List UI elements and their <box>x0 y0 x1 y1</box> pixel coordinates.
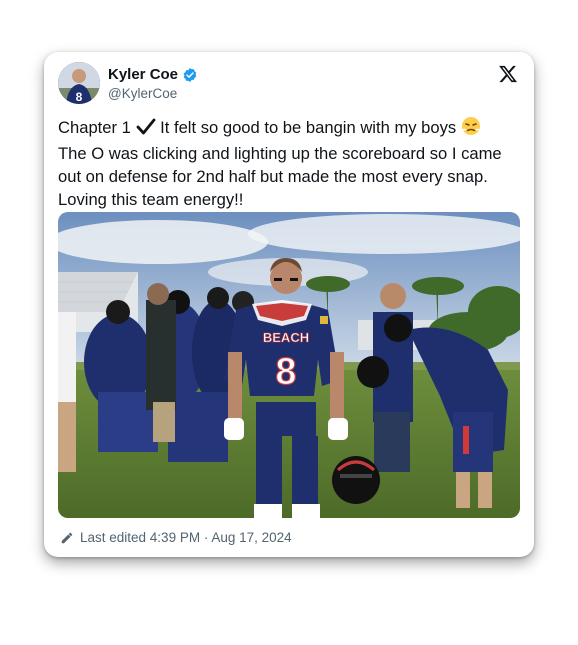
author-handle[interactable]: @KylerCoe <box>108 86 177 101</box>
x-logo-icon[interactable] <box>498 64 518 84</box>
jersey-number: 8 <box>275 351 296 393</box>
tweet-text: Chapter 1 It felt so good to be bangin w… <box>58 116 526 211</box>
checkmark-icon <box>136 118 156 142</box>
tweet-text-chapter: Chapter 1 <box>58 118 131 137</box>
avatar-jersey-number: 8 <box>76 90 83 104</box>
pencil-icon <box>60 531 74 545</box>
tweet-text-body: The O was clicking and lighting up the s… <box>58 144 502 209</box>
avatar[interactable]: 8 <box>58 62 100 104</box>
jersey-wordmark: BEACH <box>263 330 309 345</box>
tweet-card: 8 Kyler Coe @KylerCoe Chapter 1 It felt … <box>44 52 534 557</box>
last-edited-timestamp[interactable]: Last edited 4:39 PM · Aug 17, 2024 <box>80 530 292 545</box>
steaming-face-emoji-icon <box>461 116 481 142</box>
author-name[interactable]: Kyler Coe <box>108 66 178 83</box>
tweet-footer: Last edited 4:39 PM · Aug 17, 2024 <box>60 530 292 545</box>
verified-badge-icon <box>182 67 198 83</box>
tweet-text-main: It felt so good to be bangin with my boy… <box>160 118 457 137</box>
tweet-photo[interactable]: BEACH 8 <box>58 212 520 518</box>
author-name-row[interactable]: Kyler Coe <box>108 66 198 83</box>
